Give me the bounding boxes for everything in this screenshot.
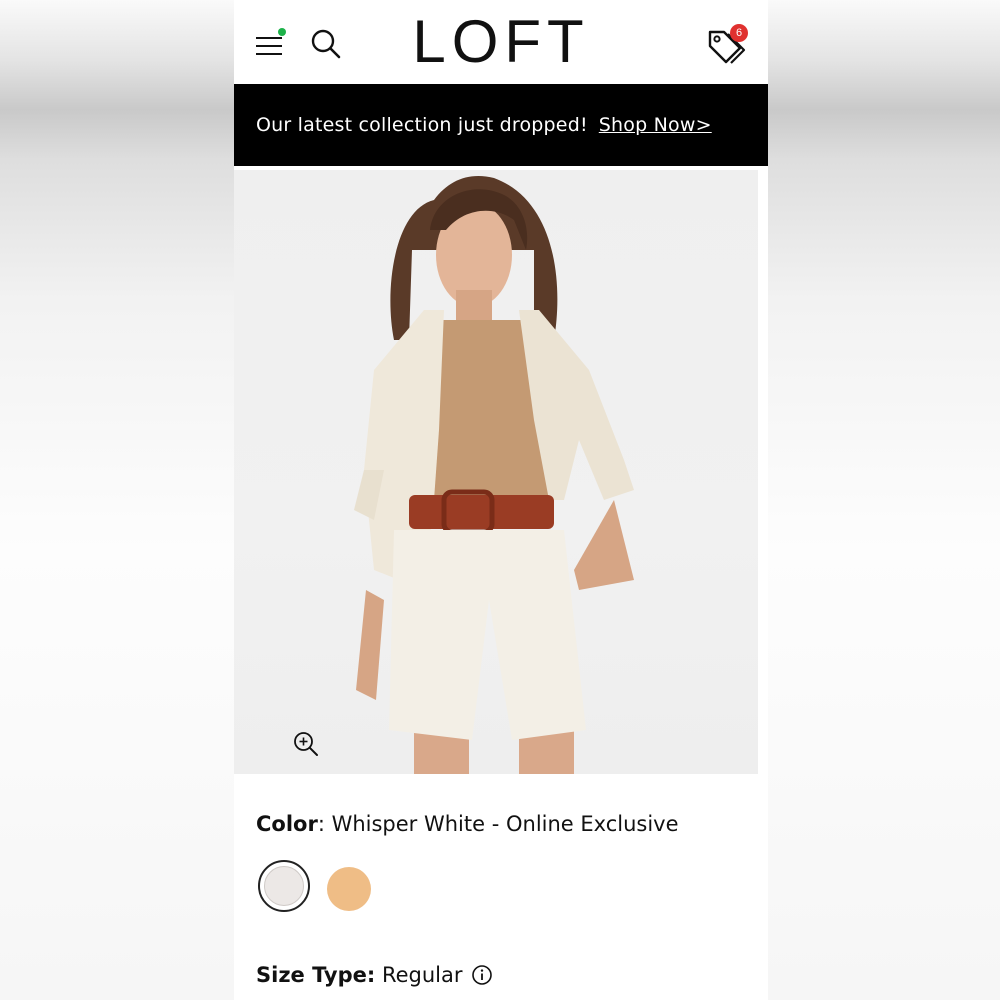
color-swatch-tan[interactable] (327, 867, 371, 911)
brand-logo[interactable]: LOFT (234, 10, 768, 74)
shop-now-link[interactable]: Shop Now> (599, 114, 712, 136)
info-icon[interactable] (471, 964, 493, 986)
promo-banner: Our latest collection just dropped! Shop… (234, 84, 768, 166)
color-selection-label: Color: Whisper White - Online Exclusive (256, 812, 679, 836)
model-illustration (354, 176, 634, 774)
product-image[interactable] (234, 170, 758, 774)
color-value: : Whisper White - Online Exclusive (317, 812, 679, 836)
phone-screen: LOFT 6 Our latest collection just droppe… (234, 0, 768, 1000)
zoom-in-icon[interactable] (292, 730, 320, 758)
color-swatch-whisper-white[interactable] (258, 860, 310, 912)
top-header: LOFT 6 (234, 0, 768, 84)
size-type-row: Size Type: Regular (256, 963, 493, 987)
color-label: Color (256, 812, 318, 836)
price-tags-icon[interactable]: 6 (704, 24, 750, 66)
background-right (768, 0, 1000, 1000)
size-type-label: Size Type: (256, 963, 376, 987)
background-left (0, 0, 234, 1000)
size-type-value: Regular (375, 963, 463, 987)
cart-count-badge: 6 (730, 24, 748, 42)
promo-text: Our latest collection just dropped! (256, 114, 588, 136)
